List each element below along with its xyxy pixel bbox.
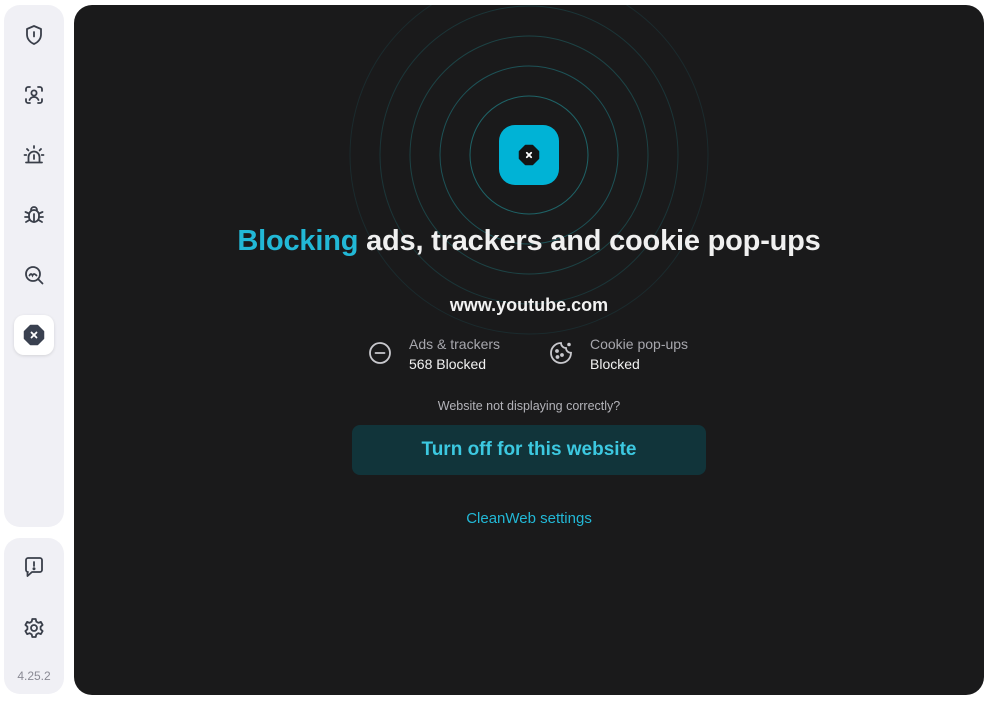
stat-label: Cookie pop-ups (590, 336, 689, 352)
settings-button[interactable] (14, 608, 54, 648)
sidebar-item-identity[interactable] (14, 75, 54, 115)
search-dark-web-icon (25, 266, 44, 285)
stat-value: Blocked (590, 356, 640, 372)
minus-circle-icon (369, 342, 391, 364)
cleanweb-settings-link[interactable]: CleanWeb settings (74, 510, 984, 527)
cleanweb-icon (23, 324, 45, 346)
gear-icon (24, 618, 44, 638)
sidebar-item-antivirus[interactable] (14, 195, 54, 235)
sidebar-item-dark-web[interactable] (14, 255, 54, 295)
stat-ads-trackers: Ads & trackers 568 Blocked (367, 334, 500, 374)
stat-label: Ads & trackers (409, 336, 501, 352)
cleanweb-hero-icon (499, 125, 559, 185)
face-scan-icon (25, 86, 43, 104)
alarm-icon (23, 145, 45, 164)
shield-icon (26, 25, 42, 45)
sidebar-item-alerts[interactable] (14, 135, 54, 175)
version-label: 4.25.2 (17, 669, 51, 683)
site-domain: www.youtube.com (449, 295, 609, 315)
turn-off-for-website-button[interactable]: Turn off for this website (352, 425, 706, 475)
title-accent: Blocking (237, 225, 359, 257)
stat-cookie-popups: Cookie pop-ups Blocked (548, 334, 688, 374)
cookie-icon (550, 342, 572, 364)
sidebar-item-cleanweb[interactable] (14, 315, 54, 355)
stat-value: 568 Blocked (409, 356, 487, 372)
not-displaying-hint: Website not displaying correctly? (437, 399, 621, 413)
sidebar-item-protection[interactable] (14, 15, 54, 55)
page-title: Blocking ads, trackers and cookie pop-up… (74, 225, 984, 258)
sidebar-bottom: 4.25.2 (4, 538, 64, 694)
feedback-button[interactable] (14, 547, 54, 587)
bug-icon (24, 206, 44, 223)
sidebar (4, 5, 64, 527)
feedback-icon (25, 557, 43, 577)
cleanweb-panel: Blocking ads, trackers and cookie pop-up… (74, 5, 984, 695)
radar-rings (349, 5, 709, 335)
title-rest: ads, trackers and cookie pop-ups (358, 225, 821, 257)
block-icon (518, 144, 540, 166)
